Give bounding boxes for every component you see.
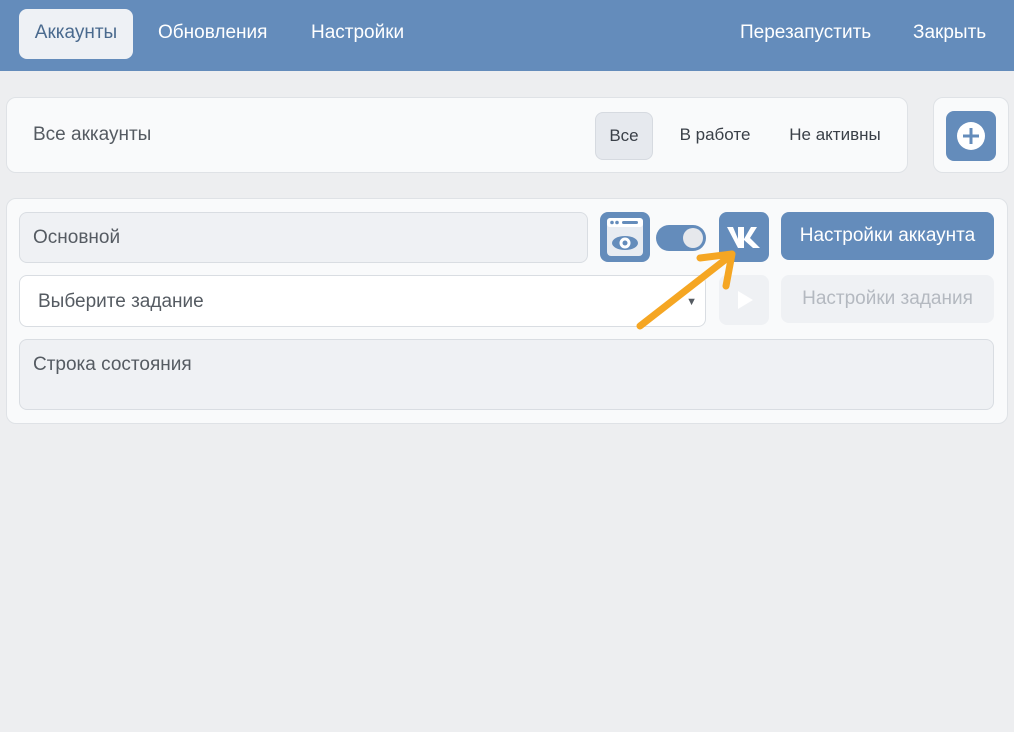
task-select[interactable]: Выберите задание ▼ — [19, 275, 706, 327]
filter-all-button[interactable]: Все — [595, 112, 653, 160]
task-select-value: Выберите задание — [38, 291, 204, 312]
filter-inactive-button[interactable]: Не активны — [777, 112, 893, 160]
plus-circle-icon — [957, 122, 985, 150]
filter-working-button[interactable]: В работе — [667, 112, 763, 160]
close-button[interactable]: Закрыть — [913, 9, 986, 59]
status-line-text: Строка состояния — [33, 354, 192, 375]
tab-accounts[interactable]: Аккаунты — [19, 9, 133, 59]
tab-settings[interactable]: Настройки — [311, 9, 404, 59]
add-account-button[interactable] — [946, 111, 996, 161]
account-name-field[interactable]: Основной — [19, 212, 588, 263]
top-nav-bar: Аккаунты Обновления Настройки Перезапуст… — [0, 0, 1014, 71]
filter-title: Все аккаунты — [33, 124, 152, 145]
account-name-value: Основной — [33, 227, 121, 248]
tab-updates[interactable]: Обновления — [158, 9, 267, 59]
restart-button[interactable]: Перезапустить — [740, 9, 871, 59]
accounts-filter-card: Все аккаунты Все В работе Не активны — [6, 97, 908, 173]
task-settings-button[interactable]: Настройки задания — [781, 275, 994, 323]
add-account-card — [933, 97, 1009, 173]
account-settings-button[interactable]: Настройки аккаунта — [781, 212, 994, 260]
pointer-arrow-icon — [636, 250, 736, 330]
status-line: Строка состояния — [19, 339, 994, 410]
